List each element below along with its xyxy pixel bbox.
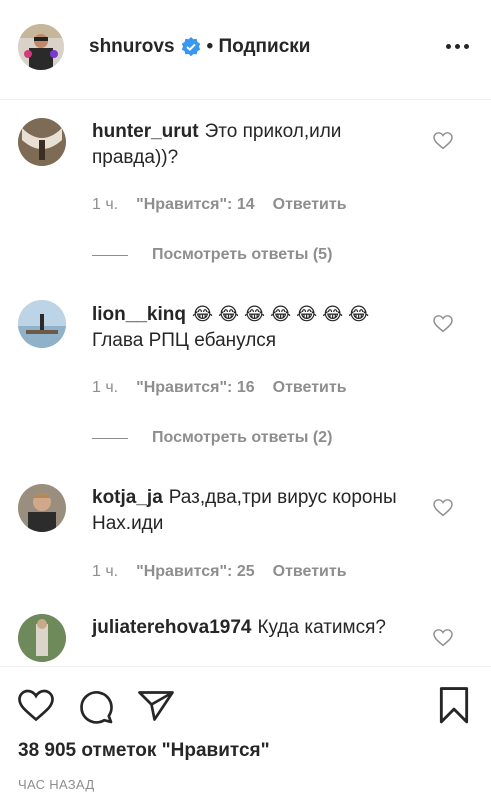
- comment-username[interactable]: lion__kinq: [92, 304, 186, 325]
- commenter-avatar[interactable]: [18, 118, 66, 166]
- comment-text: juliaterehova1974 Куда катимся?: [92, 615, 412, 641]
- save-bookmark-icon[interactable]: [437, 687, 471, 725]
- comment-time[interactable]: 1 ч.: [92, 379, 118, 397]
- comment-body: Глава РПЦ ебанулся: [92, 330, 277, 351]
- author-line: shnurovs • Подписки: [89, 36, 310, 58]
- reply-button[interactable]: Ответить: [273, 379, 347, 397]
- comment-username[interactable]: juliaterehova1974: [92, 617, 251, 638]
- reply-button[interactable]: Ответить: [273, 563, 347, 581]
- post-header: shnurovs • Подписки: [0, 0, 491, 100]
- follow-status[interactable]: • Подписки: [207, 36, 311, 58]
- view-replies-label: Посмотреть ответы (5): [152, 246, 333, 263]
- comment-likes[interactable]: "Нравится": 16: [136, 379, 255, 397]
- commenter-avatar[interactable]: [18, 484, 66, 532]
- replies-divider: [92, 437, 128, 439]
- comment-text: lion__kinq 😂 😂 😂 😂 😂 😂 😂 Глава РПЦ ебанул…: [92, 301, 412, 354]
- replies-divider: [92, 254, 128, 256]
- comment-body: Куда катимся?: [257, 617, 386, 638]
- verified-badge-icon: [181, 37, 201, 57]
- like-comment-heart-icon[interactable]: [433, 315, 453, 333]
- comment-time[interactable]: 1 ч.: [92, 196, 118, 214]
- like-comment-heart-icon[interactable]: [433, 132, 453, 150]
- comment-meta: 1 ч. "Нравится": 16 Ответить: [92, 379, 347, 397]
- author-avatar[interactable]: [18, 24, 64, 70]
- commenter-avatar[interactable]: [18, 614, 66, 662]
- comment-text: kotja_ja Раз,два,три вирус короны Нах.иди: [92, 485, 412, 537]
- commenter-avatar[interactable]: [18, 300, 66, 348]
- comment-emoji: 😂 😂 😂 😂 😂 😂 😂: [191, 304, 370, 324]
- like-comment-heart-icon[interactable]: [433, 629, 453, 647]
- post-actions: [18, 689, 174, 725]
- comment-text: hunter_urut Это прикол,или правда))?: [92, 119, 412, 171]
- comment-meta: 1 ч. "Нравится": 25 Ответить: [92, 563, 347, 581]
- comment-meta: 1 ч. "Нравится": 14 Ответить: [92, 196, 347, 214]
- comment-username[interactable]: hunter_urut: [92, 121, 199, 142]
- comment-bubble-icon[interactable]: [78, 689, 114, 725]
- author-username[interactable]: shnurovs: [89, 36, 175, 58]
- like-comment-heart-icon[interactable]: [433, 499, 453, 517]
- likes-count[interactable]: 38 905 отметок "Нравится": [18, 740, 270, 762]
- reply-button[interactable]: Ответить: [273, 196, 347, 214]
- post-timestamp[interactable]: ЧАС НАЗАД: [18, 777, 94, 792]
- post-footer: 38 905 отметок "Нравится" ЧАС НАЗАД: [0, 666, 491, 803]
- share-send-icon[interactable]: [138, 689, 174, 723]
- comment-likes[interactable]: "Нравится": 14: [136, 196, 255, 214]
- more-options-icon[interactable]: [446, 44, 469, 49]
- view-replies-button[interactable]: Посмотреть ответы (5): [92, 246, 332, 264]
- comment-username[interactable]: kotja_ja: [92, 487, 163, 508]
- comment-time[interactable]: 1 ч.: [92, 563, 118, 581]
- comments-list: hunter_urut Это прикол,или правда))? 1 ч.…: [0, 100, 491, 666]
- view-replies-button[interactable]: Посмотреть ответы (2): [92, 429, 332, 447]
- like-heart-icon[interactable]: [18, 689, 54, 723]
- comment-likes[interactable]: "Нравится": 25: [136, 563, 255, 581]
- view-replies-label: Посмотреть ответы (2): [152, 429, 333, 446]
